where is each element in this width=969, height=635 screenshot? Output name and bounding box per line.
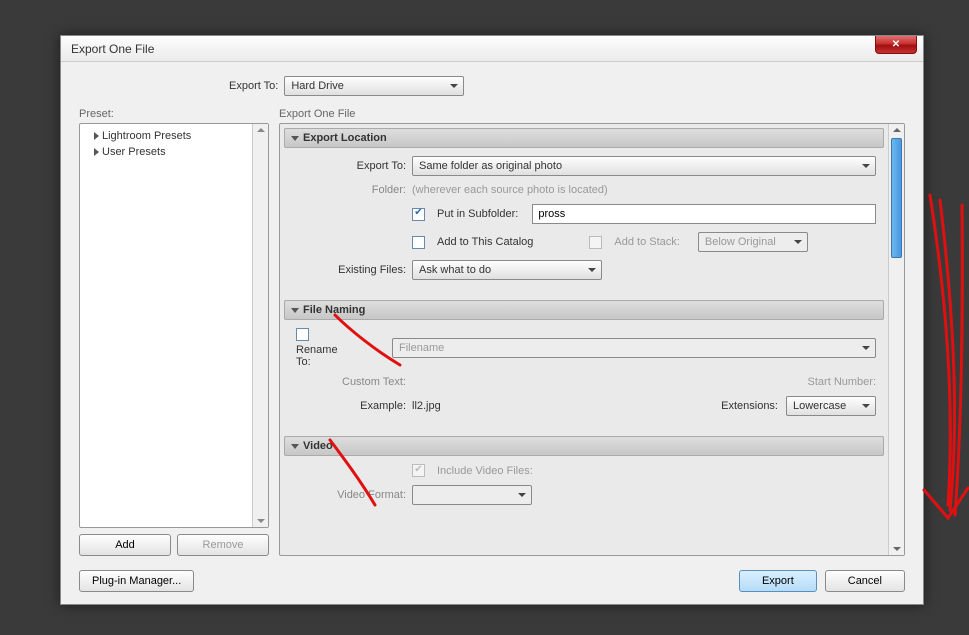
close-button[interactable] — [875, 36, 917, 54]
chevron-down-icon — [291, 308, 299, 313]
export-to-row: Export To: Hard Drive — [79, 76, 905, 96]
include-video-label: Include Video Files: — [437, 465, 533, 477]
section-file-naming-header[interactable]: File Naming — [284, 300, 884, 320]
add-preset-button[interactable]: Add — [79, 534, 171, 556]
chevron-down-icon — [291, 444, 299, 449]
preset-scrollbar[interactable] — [252, 124, 268, 527]
section-title: Export Location — [303, 132, 387, 144]
export-to-value: Hard Drive — [291, 80, 344, 92]
section-export-location-body: Export To: Same folder as original photo… — [284, 148, 884, 296]
extensions-dropdown[interactable]: Lowercase — [786, 396, 876, 416]
add-to-catalog-label: Add to This Catalog — [437, 236, 533, 248]
extensions-label: Extensions: — [721, 400, 778, 412]
preset-item-label: Lightroom Presets — [102, 130, 191, 142]
section-export-location-header[interactable]: Export Location — [284, 128, 884, 148]
section-file-naming-body: Rename To: Filename Custom Text: — [284, 320, 884, 432]
video-format-label: Video Format: — [292, 489, 412, 501]
preset-buttons: Add Remove — [79, 534, 269, 556]
subfolder-input[interactable] — [532, 204, 876, 224]
include-video-checkbox — [412, 464, 425, 477]
folder-label: Folder: — [292, 184, 412, 196]
preset-item-user[interactable]: User Presets — [82, 144, 266, 160]
add-to-stack-label: Add to Stack: — [614, 236, 679, 248]
add-to-catalog-checkbox[interactable] — [412, 236, 425, 249]
middle-area: Preset: Lightroom Presets User Presets — [79, 108, 905, 556]
dialog-content: Export To: Hard Drive Preset: Lightroom … — [61, 62, 923, 604]
titlebar: Export One File — [61, 36, 923, 62]
export-to-label: Export To: — [229, 80, 278, 92]
stack-position-value: Below Original — [705, 236, 776, 248]
rename-template-value: Filename — [399, 342, 444, 354]
start-number-label: Start Number: — [808, 376, 876, 388]
extensions-value: Lowercase — [793, 400, 846, 412]
example-value: ll2.jpg — [412, 400, 441, 412]
export-to-folder-label: Export To: — [292, 160, 412, 172]
rename-template-dropdown: Filename — [392, 338, 876, 358]
add-to-stack-checkbox — [589, 236, 602, 249]
disclosure-icon — [94, 132, 99, 140]
example-label: Example: — [292, 400, 412, 412]
settings-column: Export One File Export Location Export T… — [279, 108, 905, 556]
settings-label: Export One File — [279, 108, 905, 120]
export-to-dropdown[interactable]: Hard Drive — [284, 76, 464, 96]
remove-preset-button[interactable]: Remove — [177, 534, 269, 556]
stack-position-dropdown: Below Original — [698, 232, 808, 252]
video-format-dropdown — [412, 485, 532, 505]
export-location-value: Same folder as original photo — [419, 160, 562, 172]
preset-list[interactable]: Lightroom Presets User Presets — [79, 123, 269, 528]
disclosure-icon — [94, 148, 99, 156]
rename-to-checkbox[interactable] — [296, 328, 309, 341]
dialog-footer: Plug-in Manager... Export Cancel — [79, 570, 905, 592]
settings-pane: Export Location Export To: Same folder a… — [279, 123, 905, 556]
preset-item-label: User Presets — [102, 146, 166, 158]
preset-column: Preset: Lightroom Presets User Presets — [79, 108, 269, 556]
plugin-manager-button[interactable]: Plug-in Manager... — [79, 570, 194, 592]
preset-item-lightroom[interactable]: Lightroom Presets — [82, 128, 266, 144]
scrollbar-thumb[interactable] — [891, 138, 902, 258]
rename-to-label: Rename To: — [296, 344, 338, 368]
export-location-dropdown[interactable]: Same folder as original photo — [412, 156, 876, 176]
export-button[interactable]: Export — [739, 570, 817, 592]
existing-files-label: Existing Files: — [292, 264, 412, 276]
cancel-button[interactable]: Cancel — [825, 570, 905, 592]
put-in-subfolder-checkbox[interactable] — [412, 208, 425, 221]
window-title: Export One File — [71, 42, 154, 56]
existing-files-value: Ask what to do — [419, 264, 491, 276]
preset-label: Preset: — [79, 108, 269, 120]
settings-scrollbar[interactable] — [888, 124, 904, 555]
existing-files-dropdown[interactable]: Ask what to do — [412, 260, 602, 280]
export-dialog: Export One File Export To: Hard Drive Pr… — [60, 35, 924, 605]
section-video-body: Include Video Files: Video Format: — [284, 456, 884, 521]
folder-value: (wherever each source photo is located) — [412, 184, 876, 196]
section-title: Video — [303, 440, 333, 452]
section-title: File Naming — [303, 304, 365, 316]
custom-text-label: Custom Text: — [292, 376, 412, 388]
chevron-down-icon — [291, 136, 299, 141]
section-video-header[interactable]: Video — [284, 436, 884, 456]
put-in-subfolder-label: Put in Subfolder: — [437, 208, 518, 220]
